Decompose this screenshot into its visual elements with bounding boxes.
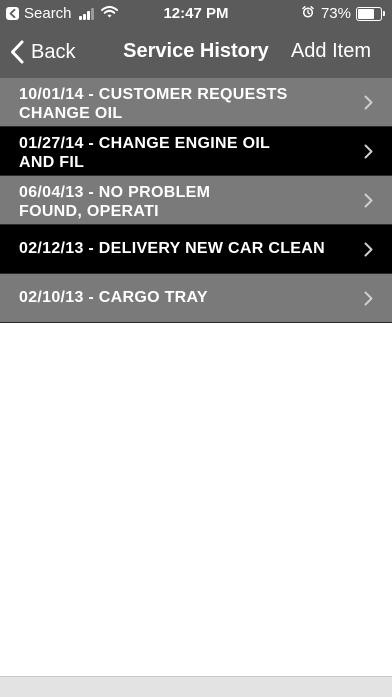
history-row[interactable]: 06/04/13 - NO PROBLEM FOUND, OPERATI (0, 176, 392, 225)
bottom-strip (0, 676, 392, 697)
history-row[interactable]: 10/01/14 - CUSTOMER REQUESTS CHANGE OIL (0, 78, 392, 127)
navigation-bar: Back Service History Add Item (0, 28, 392, 78)
history-row-line1: 01/27/14 - CHANGE ENGINE OIL (19, 135, 271, 152)
chevron-left-icon (11, 40, 24, 64)
history-row-text: 01/27/14 - CHANGE ENGINE OIL AND FIL (19, 134, 348, 172)
service-history-list: 10/01/14 - CUSTOMER REQUESTS CHANGE OIL 01… (0, 78, 392, 323)
history-row[interactable]: 02/12/13 - DELIVERY NEW CAR CLEAN (0, 225, 392, 274)
history-row-line1: 02/12/13 - DELIVERY NEW CAR CLEAN (19, 240, 325, 257)
history-row-line2: CHANGE OIL (19, 105, 123, 122)
history-row-text: 02/12/13 - DELIVERY NEW CAR CLEAN (19, 239, 348, 258)
history-row-line1: 10/01/14 - CUSTOMER REQUESTS (19, 86, 288, 103)
battery-tip (383, 10, 385, 16)
history-row-text: 10/01/14 - CUSTOMER REQUESTS CHANGE OIL (19, 85, 348, 123)
history-row-line1: 06/04/13 - NO PROBLEM (19, 184, 211, 201)
alarm-icon (302, 5, 314, 22)
page-title: Service History (123, 40, 269, 62)
battery-icon (356, 6, 385, 21)
history-row[interactable]: 01/27/14 - CHANGE ENGINE OIL AND FIL (0, 127, 392, 176)
chevron-right-icon (364, 95, 373, 115)
chevron-right-icon (364, 144, 373, 164)
history-row-text: 02/10/13 - CARGO TRAY (19, 288, 348, 307)
history-row-text: 06/04/13 - NO PROBLEM FOUND, OPERATI (19, 183, 348, 221)
status-bar: Search 12:47 PM 73% (0, 0, 392, 28)
chevron-right-icon (364, 193, 373, 213)
status-right: 73% (302, 5, 385, 22)
chevron-right-icon (364, 242, 373, 262)
history-row[interactable]: 02/10/13 - CARGO TRAY (0, 274, 392, 323)
history-row-line2: AND FIL (19, 154, 85, 171)
add-item-button[interactable]: Add Item (291, 40, 371, 63)
battery-percentage: 73% (320, 5, 351, 22)
back-button[interactable]: Back (10, 38, 75, 66)
back-button-label: Back (31, 40, 76, 63)
chevron-right-icon (364, 291, 373, 311)
history-row-line1: 02/10/13 - CARGO TRAY (19, 289, 208, 306)
battery-fill (358, 8, 375, 19)
history-row-line2: FOUND, OPERATI (19, 203, 159, 220)
